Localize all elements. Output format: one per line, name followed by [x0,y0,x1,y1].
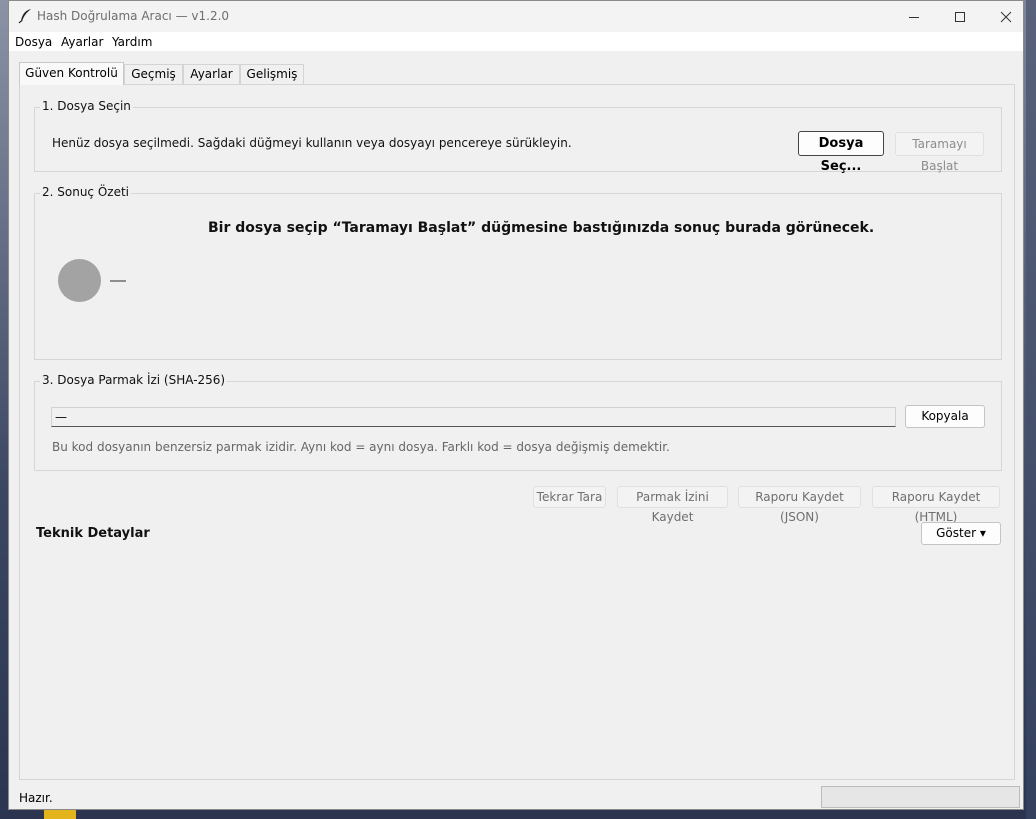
app-window: Hash Doğrulama Aracı — v1.2.0 Dosya Ayar… [8,0,1024,810]
feather-icon [18,8,34,24]
window-title: Hash Doğrulama Aracı — v1.2.0 [37,9,230,23]
menu-yardim[interactable]: Yardım [112,35,152,49]
choose-file-button[interactable]: Dosya Seç... [798,131,884,174]
status-indicator-circle [58,259,101,302]
technical-details-title: Teknik Detaylar [36,526,150,541]
result-summary-group [34,193,1002,360]
title-bar: Hash Doğrulama Aracı — v1.2.0 [9,1,1023,32]
status-indicator-dash [110,280,126,282]
fingerprint-help-text: Bu kod dosyanın benzersiz parmak izidir.… [52,440,670,454]
status-text: Hazır. [19,791,53,805]
desktop-right-edge [1026,0,1036,819]
hash-value-field[interactable]: — [51,407,896,427]
result-summary-title: 2. Sonuç Özeti [40,185,132,199]
minimize-button[interactable] [891,1,937,32]
save-report-html-button[interactable]: Raporu Kaydet (HTML) [872,486,1000,524]
tab-ayarlar[interactable]: Ayarlar [183,64,240,84]
tab-gecmis[interactable]: Geçmiş [124,64,183,84]
tab-gelismis[interactable]: Gelişmiş [240,64,304,84]
file-status-text: Henüz dosya seçilmedi. Sağdaki düğmeyi k… [52,136,572,150]
close-button[interactable] [983,1,1029,32]
rescan-button[interactable]: Tekrar Tara [533,486,606,508]
result-message: Bir dosya seçip “Taramayı Başlat” düğmes… [208,220,875,236]
fingerprint-title: 3. Dosya Parmak İzi (SHA-256) [40,373,228,387]
copy-hash-button[interactable]: Kopyala [905,405,985,428]
start-scan-button[interactable]: Taramayı Başlat [895,132,984,173]
menu-bar: Dosya Ayarlar Yardım [9,32,1023,51]
maximize-button[interactable] [937,1,983,32]
desktop-left-edge [0,0,8,819]
desktop-taskbar-edge [8,810,1026,819]
progress-bar [821,786,1020,808]
show-details-button[interactable]: Göster ▾ [921,522,1001,545]
menu-ayarlar[interactable]: Ayarlar [61,35,103,49]
save-report-json-button[interactable]: Raporu Kaydet (JSON) [738,486,861,524]
tab-guven-kontrolu[interactable]: Güven Kontrolü [19,62,124,85]
desktop-icon-fragment [44,810,76,819]
menu-dosya[interactable]: Dosya [15,35,52,49]
save-fingerprint-button[interactable]: Parmak İzini Kaydet [617,486,728,524]
file-select-title: 1. Dosya Seçin [40,99,133,113]
